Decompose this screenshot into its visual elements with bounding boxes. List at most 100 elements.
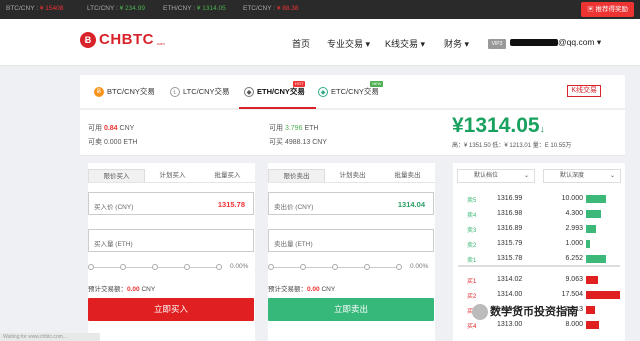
ask-depth-bar <box>586 225 596 233</box>
order-book-header: 默认档位 ⌄ 默认深度 ⌄ <box>453 169 625 183</box>
ticker-item-btc[interactable]: BTC/CNY : ¥ 15408 <box>6 5 63 12</box>
select-value: 默认深度 <box>560 173 585 179</box>
tab-ltc-cny[interactable]: Ł LTC/CNY交易 <box>170 86 230 97</box>
ask-row[interactable]: 卖1 1315.78 6.252 <box>453 252 625 266</box>
label: 可用 <box>88 125 102 132</box>
ask-level-label: 卖4 <box>467 213 477 219</box>
ask-price: 1316.89 <box>497 225 523 232</box>
sell-percent: 0.00% <box>410 263 429 270</box>
bid-row[interactable]: 买4 1313.00 8.000 <box>453 318 625 332</box>
ticker-pair: LTC/CNY : <box>87 5 118 12</box>
value: 3.796 <box>284 125 303 132</box>
bid-qty: 17.504 <box>561 291 583 298</box>
ask-depth-bar <box>586 210 601 218</box>
site-header: Ƀ CHBTC .com 首页 专业交易 ▾ K线交易 ▾ 财务 ▾ VIP3 … <box>0 19 640 66</box>
ask-qty: 10.000 <box>561 195 583 202</box>
account-info: 可用 0.84 CNY 可卖 0.000 ETH 可用 3.796 ETH 可买… <box>80 110 625 156</box>
tab-batch-buy[interactable]: 批量买入 <box>200 169 255 182</box>
unit: CNY <box>321 286 336 293</box>
depth-level-select[interactable]: 默认档位 ⌄ <box>457 169 535 183</box>
sell-mode-tabs: 限价卖出 计划卖出 批量卖出 <box>268 169 435 183</box>
ticker-pair: ETC/CNY : <box>243 5 276 12</box>
buy-panel: 限价买入 计划买入 批量买入 买入价 (CNY) 1315.78 买入量 (ET… <box>88 163 255 341</box>
field-label: 卖出量 (ETH) <box>274 241 313 248</box>
buy-percent-slider[interactable] <box>88 263 223 273</box>
value: 0.00 <box>127 286 140 293</box>
ticker-item-eth[interactable]: ETH/CNY : ¥ 1314.05 <box>163 5 226 12</box>
field-value: 1314.04 <box>397 200 425 209</box>
buy-now-button[interactable]: 立即买入 <box>88 298 254 321</box>
slider-handle[interactable] <box>88 264 94 270</box>
buy-estimate: 预计交易额：0.00 CNY <box>88 283 155 293</box>
label: 预计交易额： <box>88 286 127 293</box>
ask-level-label: 卖5 <box>467 198 477 204</box>
user-menu[interactable]: @qq.com ▾ <box>510 37 601 48</box>
buy-price-input[interactable]: 买入价 (CNY) 1315.78 <box>88 192 254 215</box>
buy-amount-input[interactable]: 买入量 (ETH) <box>88 229 254 252</box>
tab-eth-cny[interactable]: ◆ ETH/CNY交易 <box>244 86 305 97</box>
ticker-item-ltc[interactable]: LTC/CNY : ¥ 234.99 <box>87 5 145 12</box>
select-value: 默认档位 <box>474 173 499 179</box>
depth-merge-select[interactable]: 默认深度 ⌄ <box>543 169 621 183</box>
slider-handle[interactable] <box>268 264 274 270</box>
ask-qty: 4.300 <box>565 210 583 217</box>
site-logo[interactable]: Ƀ CHBTC .com <box>80 31 165 48</box>
ask-depth-bar <box>586 195 606 203</box>
buyable-cny: 可买 4988.13 CNY <box>269 137 327 147</box>
bid-level-label: 买1 <box>467 279 477 285</box>
bid-price: 1314.00 <box>497 291 523 298</box>
price-stats: 高：¥ 1351.50 低：¥ 1213.01 量：E 10.55万 <box>452 143 572 149</box>
ticker-price: ¥ 15408 <box>39 5 64 12</box>
coin-tabs: Ƀ BTC/CNY交易 Ł LTC/CNY交易 ◆ ETH/CNY交易 HOT ◆ ET… <box>80 75 625 109</box>
slider-stop <box>216 264 222 270</box>
tab-limit-buy[interactable]: 限价买入 <box>88 169 145 182</box>
slider-stop <box>184 264 190 270</box>
ask-row[interactable]: 卖4 1316.98 4.300 <box>453 207 625 221</box>
user-email-suffix: @qq.com ▾ <box>558 37 602 47</box>
current-price: ¥1314.05↓ <box>452 114 545 138</box>
avail-cny: 可用 0.84 CNY <box>88 123 134 133</box>
referral-gift-button[interactable]: ▣ 推荐得奖励 <box>581 2 634 17</box>
nav-kline-trading[interactable]: K线交易 ▾ <box>385 37 425 50</box>
nav-home[interactable]: 首页 <box>292 37 310 50</box>
slider-stop <box>152 264 158 270</box>
tab-etc-cny[interactable]: ◆ ETC/CNY交易 <box>318 86 379 97</box>
unit: CNY <box>119 125 135 132</box>
sell-percent-slider[interactable] <box>268 263 403 273</box>
bid-row[interactable]: 买1 1314.02 9.063 <box>453 273 625 287</box>
new-badge: NEW <box>370 81 384 87</box>
logo-suffix: .com <box>156 41 165 46</box>
price-value: ¥1314.05 <box>452 114 540 137</box>
value: 0.000 ETH <box>103 139 138 146</box>
ask-price: 1315.79 <box>497 240 523 247</box>
nav-pro-trading[interactable]: 专业交易 ▾ <box>327 37 370 50</box>
chevron-down-icon: ⌄ <box>523 173 529 179</box>
chevron-down-icon: ⌄ <box>609 173 615 179</box>
slider-stop <box>396 264 402 270</box>
tab-plan-buy[interactable]: 计划买入 <box>145 169 200 182</box>
ask-depth-bar <box>586 240 590 248</box>
sell-price-input[interactable]: 卖出价 (CNY) 1314.04 <box>268 192 434 215</box>
kline-trading-link[interactable]: K线交易 <box>567 85 601 97</box>
ticker-bar: BTC/CNY : ¥ 15408 LTC/CNY : ¥ 234.99 ETH… <box>0 0 640 19</box>
ask-row[interactable]: 卖5 1316.99 10.000 <box>453 192 625 206</box>
tab-limit-sell[interactable]: 限价卖出 <box>268 169 325 182</box>
gift-icon: ▣ <box>587 6 594 13</box>
tab-label: ETC/CNY交易 <box>331 87 379 96</box>
ask-row[interactable]: 卖3 1316.89 2.993 <box>453 222 625 236</box>
sell-amount-input[interactable]: 卖出量 (ETH) <box>268 229 434 252</box>
sell-now-button[interactable]: 立即卖出 <box>268 298 434 321</box>
slider-stop <box>300 264 306 270</box>
gift-label: 推荐得奖励 <box>595 6 629 13</box>
slider-stop <box>332 264 338 270</box>
ticker-price: ¥ 1314.05 <box>196 5 226 12</box>
ticker-item-etc[interactable]: ETC/CNY : ¥ 88.38 <box>243 5 299 12</box>
tab-btc-cny[interactable]: Ƀ BTC/CNY交易 <box>94 86 155 97</box>
tab-plan-sell[interactable]: 计划卖出 <box>325 169 380 182</box>
tab-batch-sell[interactable]: 批量卖出 <box>380 169 435 182</box>
ask-row[interactable]: 卖2 1315.79 1.000 <box>453 237 625 251</box>
ticker-pair: ETH/CNY : <box>163 5 196 12</box>
nav-finance[interactable]: 财务 ▾ <box>444 37 469 50</box>
bid-row[interactable]: 买2 1314.00 17.504 <box>453 288 625 302</box>
ask-price: 1316.99 <box>497 195 523 202</box>
